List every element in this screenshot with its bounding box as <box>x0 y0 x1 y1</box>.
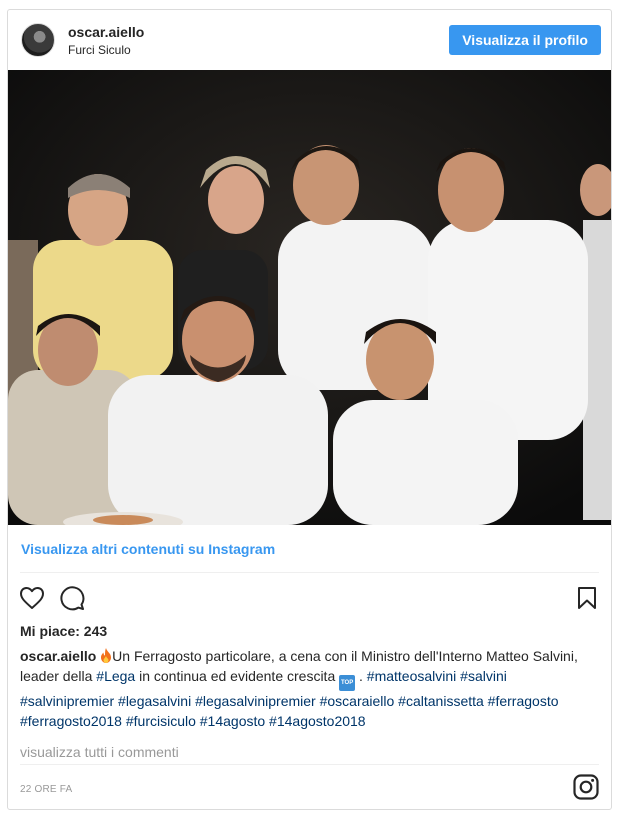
likes-count[interactable]: Mi piace: 243 <box>20 623 107 639</box>
divider <box>20 764 599 765</box>
heart-icon[interactable] <box>16 582 48 614</box>
post-photo[interactable] <box>8 70 611 525</box>
view-all-comments-link[interactable]: visualizza tutti i commenti <box>20 744 179 760</box>
comment-icon[interactable] <box>56 582 88 614</box>
action-bar <box>8 580 611 620</box>
caption-text: . <box>355 668 367 684</box>
fire-emoji-icon <box>100 648 112 663</box>
username[interactable]: oscar.aiello <box>68 24 144 40</box>
view-profile-button[interactable]: Visualizza il profilo <box>449 25 601 55</box>
avatar[interactable] <box>21 23 55 57</box>
hashtag-link[interactable]: #Lega <box>96 668 135 684</box>
top-emoji-icon: TOP <box>339 675 356 691</box>
view-more-on-instagram-link[interactable]: Visualizza altri contenuti su Instagram <box>21 541 275 557</box>
bookmark-icon[interactable] <box>571 582 603 614</box>
instagram-logo-icon[interactable] <box>573 774 599 800</box>
caption-text: in continua ed evidente crescita <box>135 668 340 684</box>
caption-username[interactable]: oscar.aiello <box>20 648 96 664</box>
divider <box>20 572 599 573</box>
post-caption: oscar.aiello Un Ferragosto particolare, … <box>20 646 600 731</box>
instagram-embed-card: oscar.aiello Furci Siculo Visualizza il … <box>7 9 612 810</box>
location[interactable]: Furci Siculo <box>68 43 131 57</box>
post-header: oscar.aiello Furci Siculo Visualizza il … <box>8 10 611 70</box>
post-timestamp[interactable]: 22 ORE FA <box>20 784 72 795</box>
